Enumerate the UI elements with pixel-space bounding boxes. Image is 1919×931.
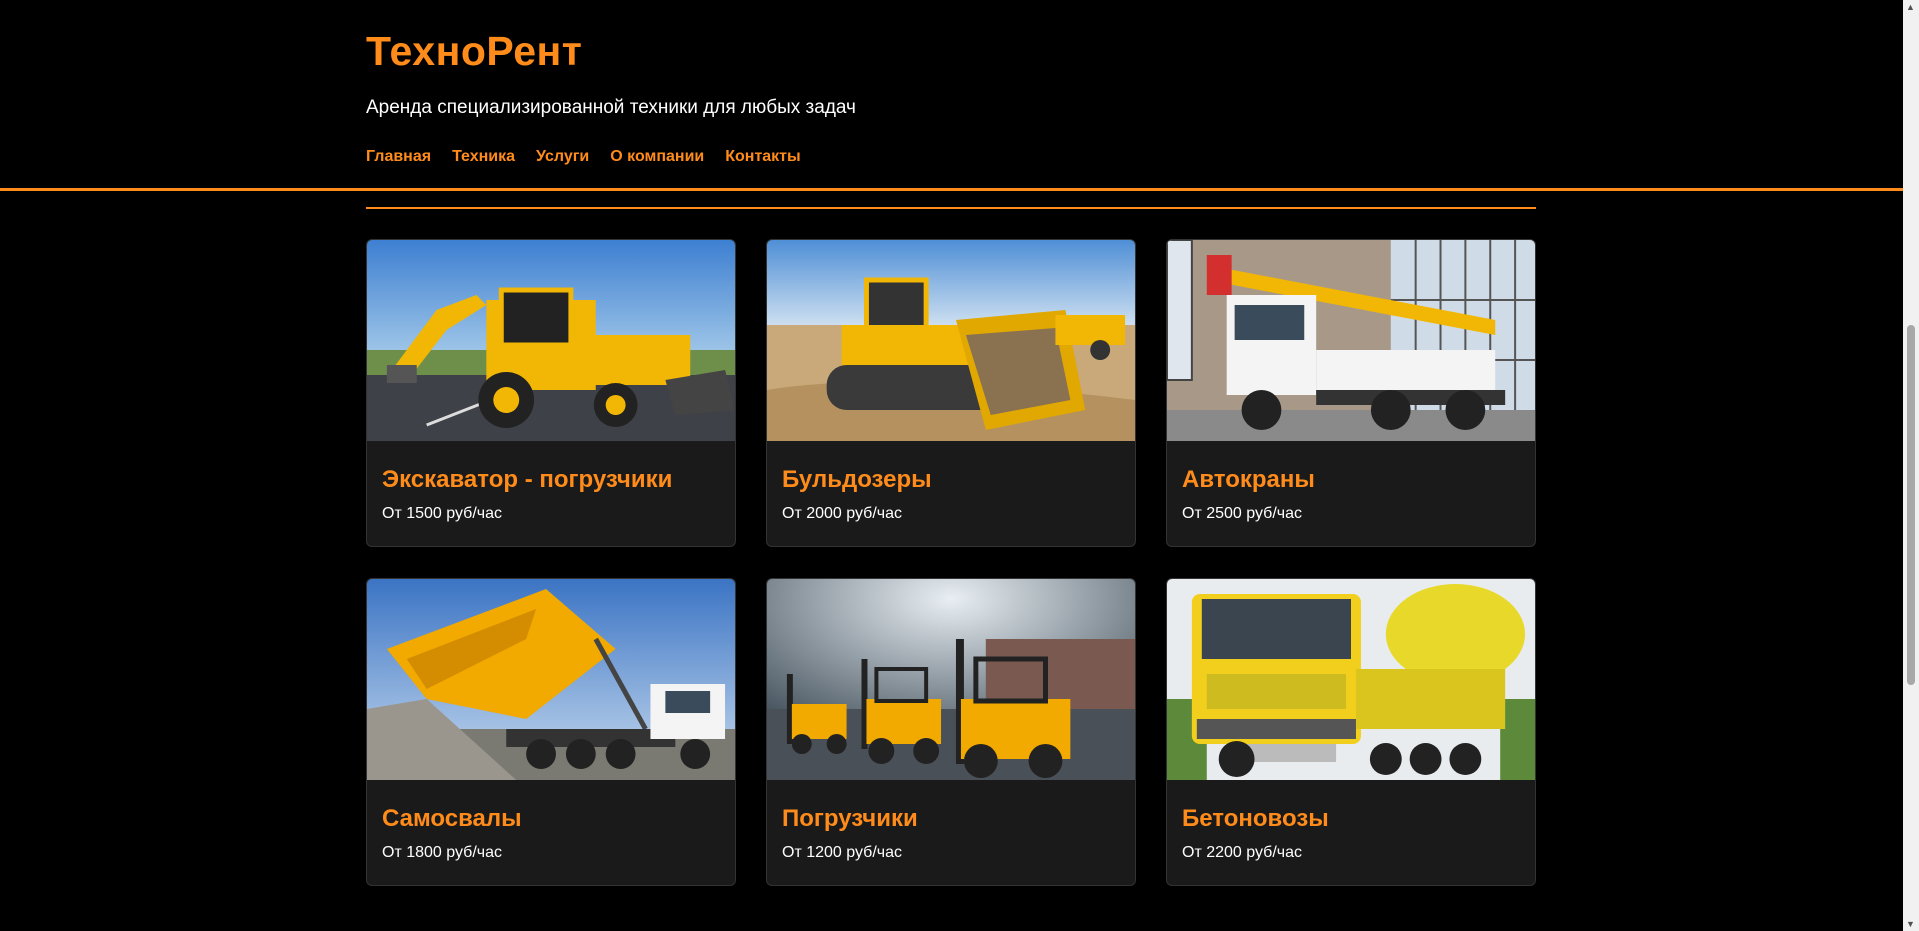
card-price: От 1500 руб/час [382,505,502,522]
forklifts-image [767,579,1135,780]
equipment-card[interactable]: Бульдозеры От 2000 руб/час [766,239,1136,547]
dump-truck-image [367,579,735,780]
scrollbar-thumb[interactable] [1907,325,1915,685]
truck-crane-image [1167,240,1535,441]
bulldozer-image [767,240,1135,441]
equipment-grid: Экскаватор - погрузчики От 1500 руб/час … [366,239,1536,886]
nav-link-equipment[interactable]: Техника [452,148,515,166]
site-tagline: Аренда специализированной техники для лю… [366,97,856,118]
scroll-up-arrow-icon[interactable]: ▲ [1906,2,1915,12]
nav-link-about[interactable]: О компании [610,148,704,166]
page: ТехноРент Аренда специализированной техн… [0,0,1919,931]
card-price: От 2000 руб/час [782,505,902,522]
main-nav: Главная Техника Услуги О компании Контак… [366,148,822,166]
card-title: Погрузчики [782,805,918,832]
card-title: Экскаватор - погрузчики [382,466,673,493]
section-divider [366,207,1536,209]
card-price: От 1200 руб/час [782,844,902,861]
scroll-down-arrow-icon[interactable]: ▼ [1906,919,1915,929]
equipment-card[interactable]: Экскаватор - погрузчики От 1500 руб/час [366,239,736,547]
equipment-card[interactable]: Погрузчики От 1200 руб/час [766,578,1136,886]
nav-link-services[interactable]: Услуги [536,148,589,166]
nav-link-home[interactable]: Главная [366,148,431,166]
card-price: От 1800 руб/час [382,844,502,861]
equipment-card[interactable]: Бетоновозы От 2200 руб/час [1166,578,1536,886]
nav-link-contacts[interactable]: Контакты [725,148,800,166]
card-price: От 2500 руб/час [1182,505,1302,522]
card-price: От 2200 руб/час [1182,844,1302,861]
backhoe-loader-image [367,240,735,441]
card-title: Самосвалы [382,805,522,832]
site-header: ТехноРент Аренда специализированной техн… [0,0,1903,191]
vertical-scrollbar[interactable]: ▲ ▼ [1903,0,1919,931]
site-logo[interactable]: ТехноРент [366,28,582,75]
card-title: Автокраны [1182,466,1315,493]
equipment-card[interactable]: Автокраны От 2500 руб/час [1166,239,1536,547]
card-title: Бульдозеры [782,466,932,493]
equipment-card[interactable]: Самосвалы От 1800 руб/час [366,578,736,886]
card-title: Бетоновозы [1182,805,1329,832]
concrete-mixer-image [1167,579,1535,780]
